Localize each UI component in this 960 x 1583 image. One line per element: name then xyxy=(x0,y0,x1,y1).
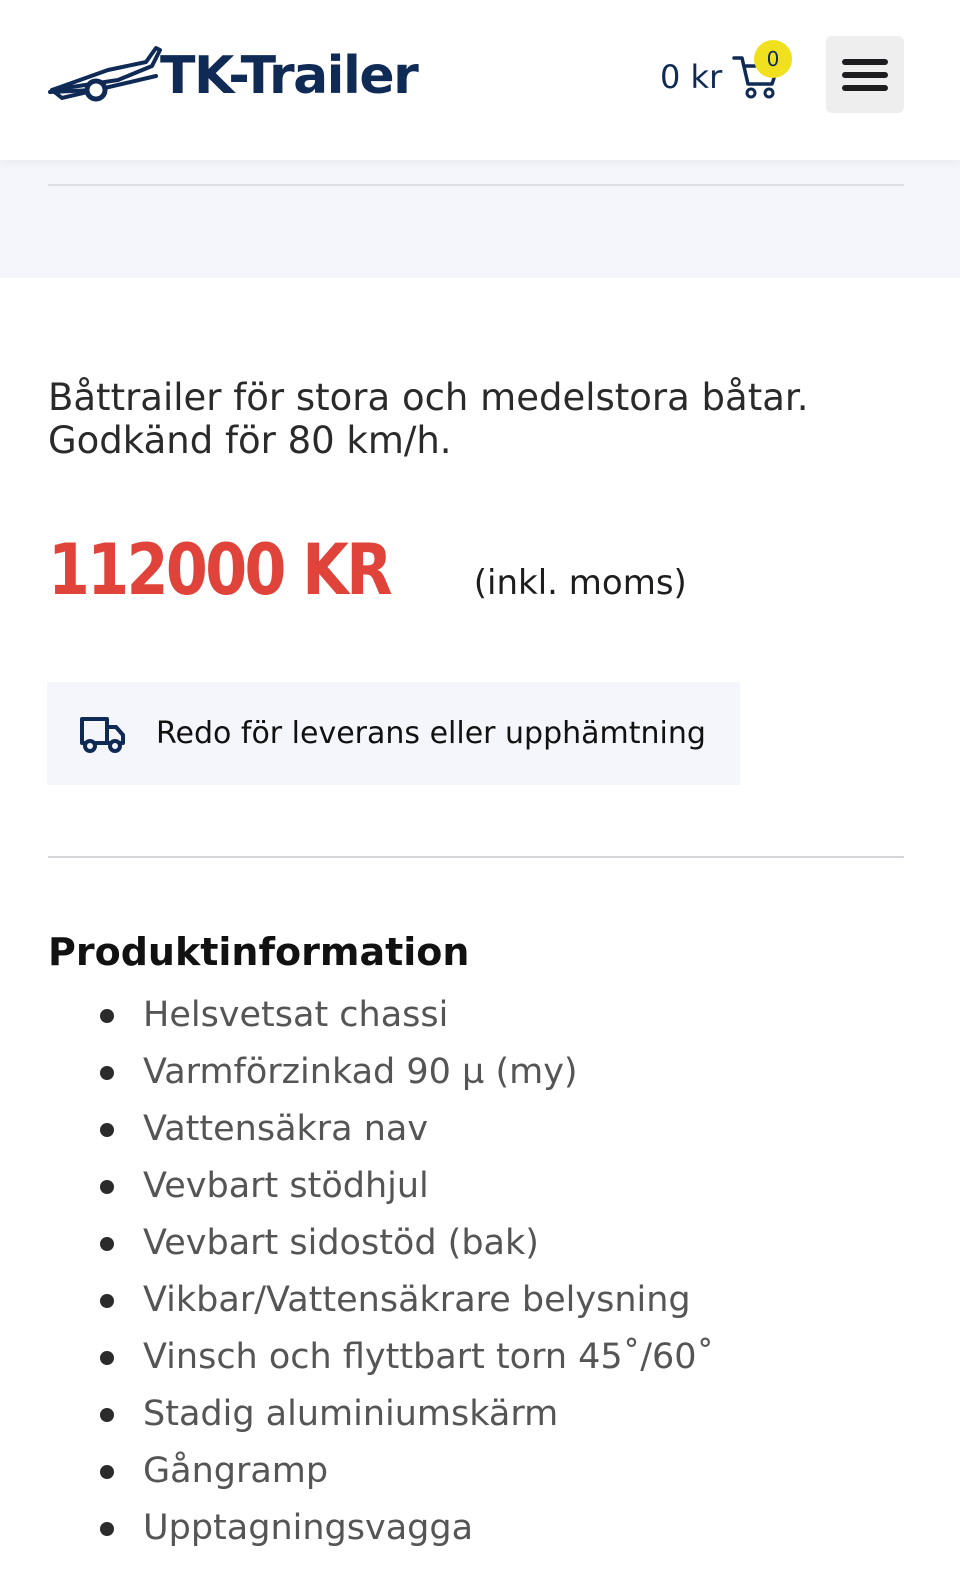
list-item: Vikbar/Vattensäkrare belysning xyxy=(98,1275,714,1332)
list-item: Helsvetsat chassi xyxy=(98,990,714,1047)
vat-note: (inkl. moms) xyxy=(473,563,687,603)
feature-list: Helsvetsat chassi Varmförzinkad 90 µ (my… xyxy=(98,990,714,1560)
cart-total[interactable]: 0 kr xyxy=(660,58,722,96)
boat-trailer-icon xyxy=(48,46,162,102)
divider xyxy=(48,856,904,858)
product-description: Båttrailer för stora och medelstora båta… xyxy=(48,376,809,462)
cart-count-badge[interactable]: 0 xyxy=(754,40,792,78)
list-item: Upptagningsvagga xyxy=(98,1503,714,1560)
product-price: 112000 KR xyxy=(48,529,393,611)
divider xyxy=(48,184,904,186)
delivery-status: Redo för leverans eller upphämtning xyxy=(47,682,740,785)
hamburger-icon xyxy=(842,71,888,78)
logo-text: TK-Trailer xyxy=(160,46,419,106)
site-header: TK-Trailer 0 kr 0 xyxy=(0,0,960,160)
price-row: 112000 KR (inkl. moms) xyxy=(48,530,687,610)
list-item: Stadig aluminiumskärm xyxy=(98,1389,714,1446)
hamburger-icon xyxy=(842,84,888,91)
delivery-text: Redo för leverans eller upphämtning xyxy=(156,716,706,751)
list-item: Vinsch och flyttbart torn 45˚/60˚ xyxy=(98,1332,714,1389)
breadcrumb-band xyxy=(0,160,960,278)
product-info-title: Produktinformation xyxy=(48,930,470,974)
hamburger-icon xyxy=(842,58,888,65)
list-item: Vattensäkra nav xyxy=(98,1104,714,1161)
truck-icon xyxy=(80,716,125,753)
list-item: Varmförzinkad 90 µ (my) xyxy=(98,1047,714,1104)
list-item: Gångramp xyxy=(98,1446,714,1503)
site-logo[interactable]: TK-Trailer xyxy=(48,40,419,106)
list-item: Vevbart stödhjul xyxy=(98,1161,714,1218)
menu-button[interactable] xyxy=(826,36,904,113)
list-item: Vevbart sidostöd (bak) xyxy=(98,1218,714,1275)
